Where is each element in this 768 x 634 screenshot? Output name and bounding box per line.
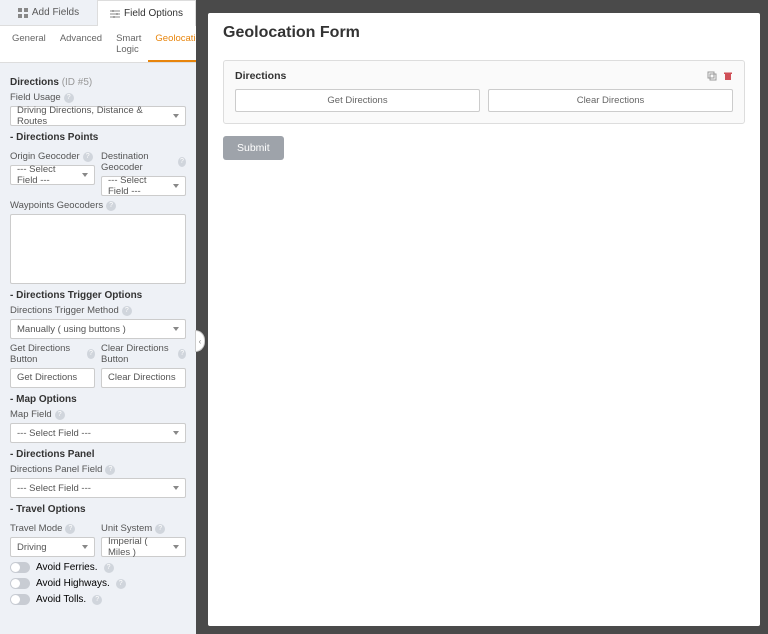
help-icon[interactable]: ? [92, 595, 102, 605]
help-icon[interactable]: ? [106, 201, 116, 211]
form-canvas: Geolocation Form Directions Get Directio… [208, 13, 760, 626]
help-icon[interactable]: ? [87, 349, 95, 359]
tab-field-options[interactable]: Field Options [97, 0, 196, 26]
submit-button[interactable]: Submit [223, 136, 284, 160]
map-field-select[interactable]: --- Select Field --- [10, 423, 186, 443]
unit-system-select[interactable]: Imperial ( Miles ) [101, 537, 186, 557]
help-icon[interactable]: ? [178, 157, 186, 167]
toggle-row-highways: Avoid Highways. ? [10, 578, 186, 589]
tab-general[interactable]: General [5, 26, 53, 62]
main-canvas-area: ‹ Geolocation Form Directions Get Direct… [196, 0, 768, 634]
clear-btn-label: Clear Directions Button? [101, 343, 186, 365]
tab-advanced[interactable]: Advanced [53, 26, 109, 62]
tab-label: Add Fields [32, 7, 79, 18]
sliders-icon [110, 9, 120, 19]
directions-field-block[interactable]: Directions Get Directions Clear Directio… [223, 60, 745, 124]
clear-btn-input[interactable]: Clear Directions [101, 368, 186, 388]
primary-tabs: Add Fields Field Options [0, 0, 196, 26]
delete-icon[interactable] [722, 71, 733, 82]
help-icon[interactable]: ? [178, 349, 186, 359]
help-icon[interactable]: ? [65, 524, 75, 534]
toggle-label: Avoid Highways. [36, 578, 110, 589]
tab-label: Field Options [124, 8, 183, 19]
form-title: Geolocation Form [223, 24, 745, 42]
trigger-method-select[interactable]: Manually ( using buttons ) [10, 319, 186, 339]
collapse-sidebar-button[interactable]: ‹ [195, 330, 205, 352]
travel-mode-label: Travel Mode? [10, 523, 95, 534]
map-field-label: Map Field? [10, 409, 186, 420]
help-icon[interactable]: ? [104, 563, 114, 573]
duplicate-icon[interactable] [706, 71, 717, 82]
section-travel: Travel Options [10, 504, 186, 515]
field-usage-select[interactable]: Driving Directions, Distance & Routes [10, 106, 186, 126]
field-label: Directions [235, 70, 286, 82]
toggle-ferries[interactable] [10, 562, 30, 573]
travel-mode-select[interactable]: Driving [10, 537, 95, 557]
help-icon[interactable]: ? [155, 524, 165, 534]
panel-field-select[interactable]: --- Select Field --- [10, 478, 186, 498]
waypoints-label: Waypoints Geocoders? [10, 200, 186, 211]
tab-add-fields[interactable]: Add Fields [0, 0, 97, 26]
get-directions-button[interactable]: Get Directions [235, 89, 480, 112]
get-btn-label: Get Directions Button? [10, 343, 95, 365]
toggle-tolls[interactable] [10, 594, 30, 605]
help-icon[interactable]: ? [83, 152, 93, 162]
toggle-label: Avoid Tolls. [36, 594, 86, 605]
destination-label: Destination Geocoder? [101, 151, 186, 173]
sidebar: Add Fields Field Options General Advance… [0, 0, 196, 634]
clear-directions-button[interactable]: Clear Directions [488, 89, 733, 112]
grid-icon [18, 8, 28, 18]
help-icon[interactable]: ? [122, 306, 132, 316]
help-icon[interactable]: ? [116, 579, 126, 589]
waypoints-textarea[interactable] [10, 214, 186, 284]
destination-select[interactable]: --- Select Field --- [101, 176, 186, 196]
toggle-row-tolls: Avoid Tolls. ? [10, 594, 186, 605]
section-trigger: Directions Trigger Options [10, 290, 186, 301]
toggle-highways[interactable] [10, 578, 30, 589]
trigger-method-label: Directions Trigger Method? [10, 305, 186, 316]
section-header: Directions (ID #5) [10, 77, 186, 88]
toggle-label: Avoid Ferries. [36, 562, 98, 573]
help-icon[interactable]: ? [105, 465, 115, 475]
unit-system-label: Unit System? [101, 523, 186, 534]
tab-smart-logic[interactable]: Smart Logic [109, 26, 148, 62]
get-btn-input[interactable]: Get Directions [10, 368, 95, 388]
field-usage-label: Field Usage? [10, 92, 186, 103]
toggle-row-ferries: Avoid Ferries. ? [10, 562, 186, 573]
section-map: Map Options [10, 394, 186, 405]
sidebar-content: Directions (ID #5) Field Usage? Driving … [0, 63, 196, 634]
panel-field-label: Directions Panel Field? [10, 464, 186, 475]
origin-label: Origin Geocoder? [10, 151, 95, 162]
section-panel: Directions Panel [10, 449, 186, 460]
help-icon[interactable]: ? [64, 93, 74, 103]
help-icon[interactable]: ? [55, 410, 65, 420]
sub-tabs: General Advanced Smart Logic Geolocation [0, 26, 196, 63]
section-points: Directions Points [10, 132, 186, 143]
origin-select[interactable]: --- Select Field --- [10, 165, 95, 185]
